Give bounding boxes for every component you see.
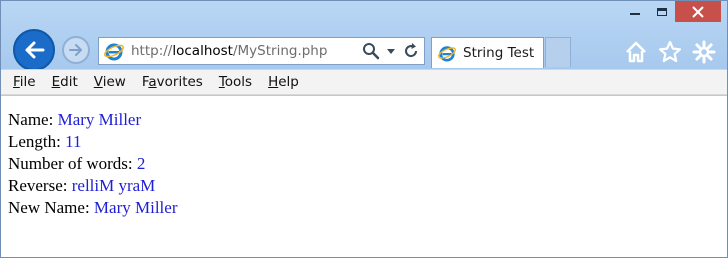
tab-label: String Test [463,45,535,61]
home-button[interactable] [623,39,649,65]
words-label: Number of words: [8,154,137,173]
menu-view-accel: V [93,74,103,90]
menu-help-rest: elp [278,74,299,90]
toolbar-right-icons [623,39,717,65]
page-content: Name: Mary Miller Length: 11 Number of w… [1,95,727,257]
settings-button[interactable] [691,39,717,65]
address-bar[interactable]: http://localhost/MyString.php [98,37,425,65]
minimize-icon [629,12,640,15]
close-icon [692,5,704,18]
menu-help-accel: H [268,74,279,90]
length-line: Length: 11 [8,131,727,153]
new-tab-button[interactable] [545,37,571,67]
forward-button[interactable] [62,36,90,64]
reverse-label: Reverse: [8,176,72,195]
reverse-line: Reverse: relliM yraM [8,175,727,197]
maximize-button[interactable] [648,1,675,22]
newname-label: New Name: [8,198,94,217]
favorites-button[interactable] [657,39,683,65]
menu-file[interactable]: File [13,74,36,90]
menu-view-rest: iew [102,74,126,90]
maximize-icon [656,7,667,16]
close-button[interactable] [675,1,721,22]
ie-logo-icon [103,40,125,62]
menu-edit[interactable]: Edit [52,74,78,90]
menu-bar: File Edit View Favorites Tools Help [1,69,727,95]
home-icon [626,41,646,63]
tab-string-test[interactable]: String Test [431,37,544,68]
browser-window: http://localhost/MyString.php String Tes… [0,0,728,258]
menu-tools-rest: ools [224,74,253,90]
minimize-button[interactable] [621,1,648,22]
window-caption-buttons [621,1,721,25]
url-path: /MyString.php [232,43,328,59]
name-label: Name: [8,110,58,129]
menu-favorites-accel: a [148,74,157,90]
length-value: 11 [65,132,82,151]
menu-favorites-rest: vorites [156,74,203,90]
search-icon[interactable] [362,42,380,60]
settings-gear-icon [692,40,716,64]
back-icon [25,41,45,59]
menu-tools[interactable]: Tools [219,74,252,90]
name-value: Mary Miller [57,110,142,129]
browser-chrome: http://localhost/MyString.php String Tes… [1,1,727,71]
words-value: 2 [136,154,146,173]
name-line: Name: Mary Miller [8,109,727,131]
address-tools [362,41,420,61]
newname-line: New Name: Mary Miller [8,197,727,219]
menu-favorites[interactable]: Favorites [142,74,203,90]
refresh-icon[interactable] [402,42,420,60]
url-host: localhost [172,43,233,59]
tab-ie-logo-icon [436,42,458,64]
menu-edit-rest: dit [60,74,78,90]
menu-file-rest: ile [19,74,36,90]
reverse-value: relliM yraM [71,176,156,195]
favorites-star-icon [658,40,682,63]
back-button[interactable] [13,29,55,71]
length-label: Length: [8,132,66,151]
dropdown-icon[interactable] [386,46,396,56]
url-prefix: http:// [131,43,173,59]
menu-help[interactable]: Help [268,74,299,90]
forward-icon [69,44,82,56]
menu-edit-accel: E [51,74,61,90]
words-line: Number of words: 2 [8,153,727,175]
newname-value: Mary Miller [93,198,178,217]
menu-file-accel: F [13,74,20,90]
address-url[interactable]: http://localhost/MyString.php [131,43,327,59]
menu-view[interactable]: View [94,74,126,90]
